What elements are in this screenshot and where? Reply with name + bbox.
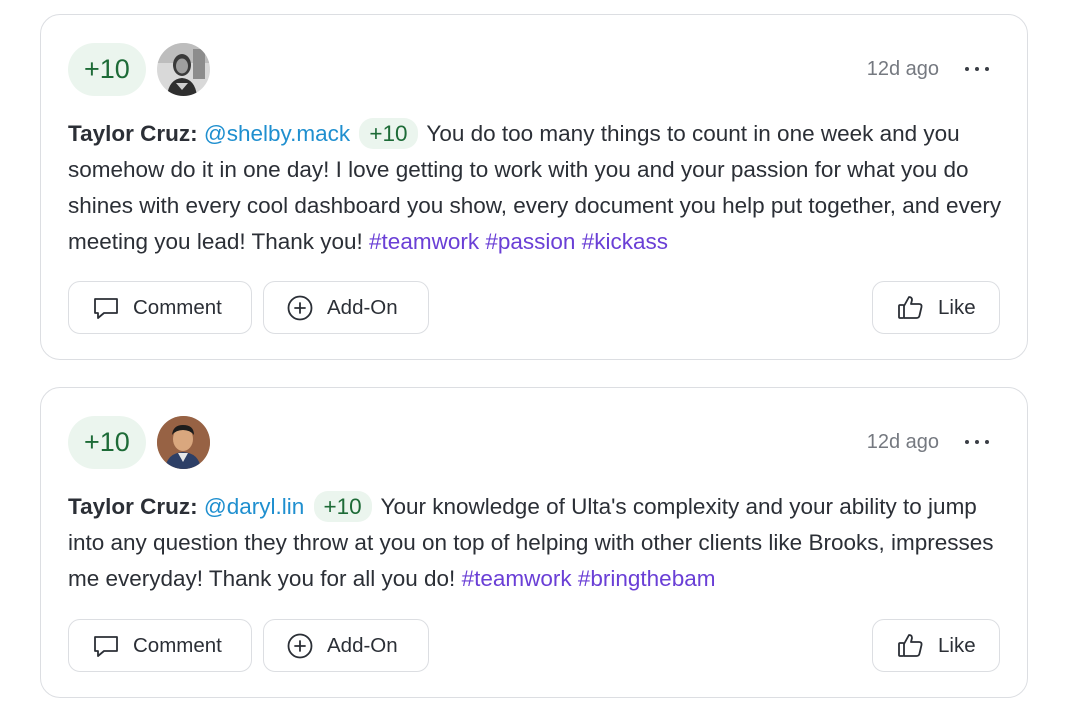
comment-button[interactable]: Comment [68, 281, 252, 334]
add-on-button[interactable]: Add-On [263, 281, 429, 334]
points-badge: +10 [68, 415, 146, 469]
post-actions: Comment Add-On Like [68, 281, 1000, 334]
inline-points-badge: +10 [313, 491, 372, 522]
add-on-button[interactable]: Add-On [263, 619, 429, 672]
post-timestamp: 12d ago [866, 430, 939, 453]
avatar[interactable] [156, 42, 210, 96]
add-circle-icon [287, 295, 313, 320]
inline-points-badge: +10 [359, 118, 418, 149]
hashtag[interactable]: #teamwork [369, 229, 479, 254]
post-message: Taylor Cruz: @shelby.mack +10 You do too… [68, 116, 1003, 260]
add-on-label: Add-On [327, 633, 398, 657]
post-message: Taylor Cruz: @daryl.lin +10 Your knowled… [68, 489, 1003, 597]
points-badge: +10 [68, 42, 146, 96]
like-label: Like [938, 633, 976, 657]
add-circle-icon [287, 633, 313, 658]
recipient-mention[interactable]: @daryl.lin [204, 494, 304, 519]
author-name[interactable]: Taylor Cruz: [68, 494, 198, 519]
comment-icon [94, 297, 118, 319]
comment-label: Comment [133, 633, 222, 657]
hashtag[interactable]: #kickass [582, 229, 668, 254]
post-header: +10 12d ago [68, 42, 1000, 96]
like-button[interactable]: Like [872, 281, 1000, 334]
recognition-post: +10 12d ago Taylor Cruz: @daryl.lin +10 … [40, 387, 1028, 698]
recipient-mention[interactable]: @shelby.mack [204, 121, 350, 146]
post-timestamp: 12d ago [866, 57, 939, 80]
avatar[interactable] [156, 415, 210, 469]
hashtag[interactable]: #passion [485, 229, 575, 254]
more-options-icon[interactable] [965, 432, 989, 452]
comment-icon [94, 635, 118, 657]
recognition-post: +10 12d ago Taylor Cruz: @shelby.mack +1… [40, 14, 1028, 360]
like-label: Like [938, 295, 976, 319]
comment-button[interactable]: Comment [68, 619, 252, 672]
comment-label: Comment [133, 295, 222, 319]
post-actions: Comment Add-On Like [68, 619, 1000, 672]
post-header: +10 12d ago [68, 415, 1000, 469]
hashtag[interactable]: #teamwork [462, 566, 572, 591]
more-options-icon[interactable] [965, 59, 989, 79]
like-button[interactable]: Like [872, 619, 1000, 672]
thumbs-up-icon [898, 296, 923, 319]
thumbs-up-icon [898, 634, 923, 657]
author-name[interactable]: Taylor Cruz: [68, 121, 198, 146]
add-on-label: Add-On [327, 295, 398, 319]
hashtag[interactable]: #bringthebam [578, 566, 716, 591]
